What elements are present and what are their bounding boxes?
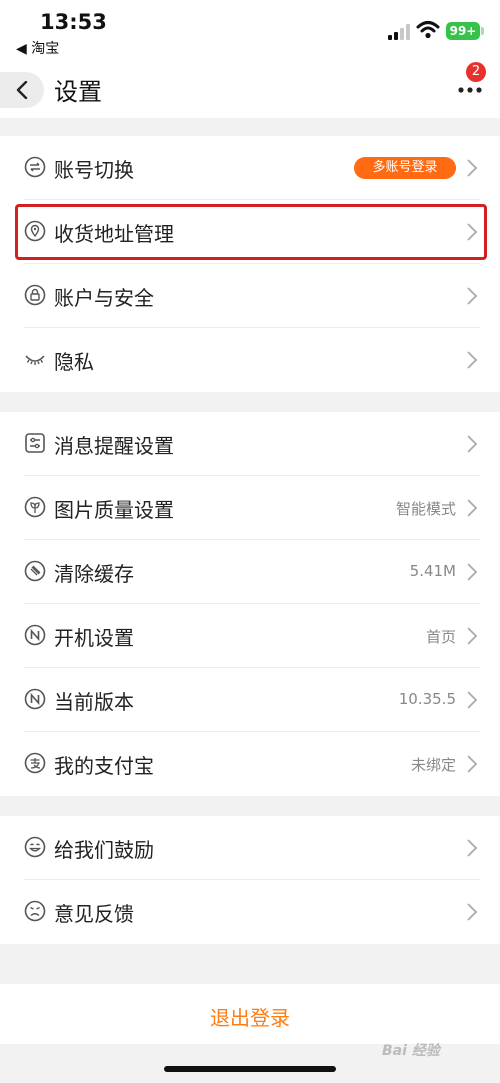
chevron-left-icon (16, 81, 28, 99)
settings-group-general: 消息提醒设置 图片质量设置 智能模式 清除缓存 5.41M 开机设置 首页 当前… (0, 412, 500, 796)
alipay-icon (24, 752, 46, 774)
chevron-right-icon (467, 627, 478, 645)
chevron-right-icon (467, 499, 478, 517)
settings-item-label: 隐私 (54, 350, 94, 374)
settings-item-version[interactable]: 当前版本 10.35.5 (0, 668, 500, 732)
status-time: 13:53 (40, 10, 107, 34)
settings-item-value: 5.41M (409, 562, 456, 580)
chevron-right-icon (467, 159, 478, 177)
back-button[interactable] (0, 72, 44, 108)
chevron-right-icon (467, 839, 478, 857)
more-button[interactable] (456, 80, 484, 108)
settings-item-label: 清除缓存 (54, 562, 134, 586)
chevron-right-icon (467, 755, 478, 773)
nav-bar: 设置 (0, 62, 500, 118)
settings-item-value: 首页 (425, 628, 456, 646)
settings-item-address[interactable]: 收货地址管理 (0, 200, 500, 264)
settings-item-label: 账号切换 (54, 158, 134, 182)
chevron-right-icon (467, 903, 478, 921)
settings-item-notifications[interactable]: 消息提醒设置 (0, 412, 500, 476)
eye-closed-icon (25, 355, 45, 365)
battery-tip (481, 27, 484, 35)
watermark-text: Bai 经验 (382, 1043, 440, 1059)
battery-indicator: 99+ (446, 22, 480, 40)
settings-item-value: 10.35.5 (398, 690, 456, 708)
settings-item-encourage[interactable]: 给我们鼓励 (0, 816, 500, 880)
settings-item-label: 收货地址管理 (54, 222, 174, 246)
home-indicator[interactable] (164, 1066, 336, 1072)
settings-item-clear-cache[interactable]: 清除缓存 5.41M (0, 540, 500, 604)
settings-item-label: 意见反馈 (54, 902, 134, 926)
settings-item-label: 消息提醒设置 (54, 434, 174, 458)
more-dots-icon (458, 87, 482, 93)
cellular-signal-icon (388, 24, 410, 40)
notification-badge: 2 (466, 62, 486, 82)
chevron-right-icon (467, 691, 478, 709)
settings-item-value: 未绑定 (410, 756, 456, 774)
startup-icon (24, 624, 46, 646)
settings-group-account: 账号切换 多账号登录 收货地址管理 账户与安全 隐私 (0, 136, 500, 392)
settings-item-image-quality[interactable]: 图片质量设置 智能模式 (0, 476, 500, 540)
settings-item-label: 给我们鼓励 (54, 838, 154, 862)
logout-label: 退出登录 (210, 1006, 290, 1030)
settings-item-alipay[interactable]: 我的支付宝 未绑定 (0, 732, 500, 796)
chevron-right-icon (467, 435, 478, 453)
settings-item-account-switch[interactable]: 账号切换 多账号登录 (0, 136, 500, 200)
settings-item-feedback[interactable]: 意见反馈 (0, 880, 500, 944)
chevron-right-icon (467, 351, 478, 369)
settings-item-label: 当前版本 (54, 690, 134, 714)
chevron-right-icon (467, 223, 478, 241)
broom-icon (24, 560, 46, 582)
image-quality-icon (24, 496, 46, 518)
settings-item-privacy[interactable]: 隐私 (0, 328, 500, 392)
status-bar: 13:53 ◀ 淘宝 99+ (0, 0, 500, 62)
settings-item-label: 我的支付宝 (54, 754, 154, 778)
settings-item-label: 图片质量设置 (54, 498, 174, 522)
back-to-app-link[interactable]: ◀ 淘宝 (16, 38, 59, 58)
switch-account-icon (24, 156, 46, 178)
lock-icon (24, 284, 46, 306)
settings-item-label: 开机设置 (54, 626, 134, 650)
wifi-icon (416, 21, 440, 39)
settings-item-label: 账户与安全 (54, 286, 154, 310)
settings-item-account-security[interactable]: 账户与安全 (0, 264, 500, 328)
settings-item-value: 智能模式 (395, 500, 456, 518)
frown-icon (24, 900, 46, 922)
version-icon (24, 688, 46, 710)
multi-account-tag: 多账号登录 (354, 157, 456, 179)
message-settings-icon (25, 433, 45, 453)
chevron-right-icon (467, 287, 478, 305)
settings-item-startup[interactable]: 开机设置 首页 (0, 604, 500, 668)
page-title: 设置 (54, 78, 102, 106)
location-pin-icon (24, 220, 46, 242)
settings-group-feedback: 给我们鼓励 意见反馈 (0, 816, 500, 944)
logout-button[interactable]: 退出登录 (0, 984, 500, 1044)
chevron-right-icon (467, 563, 478, 581)
smile-icon (24, 836, 46, 858)
